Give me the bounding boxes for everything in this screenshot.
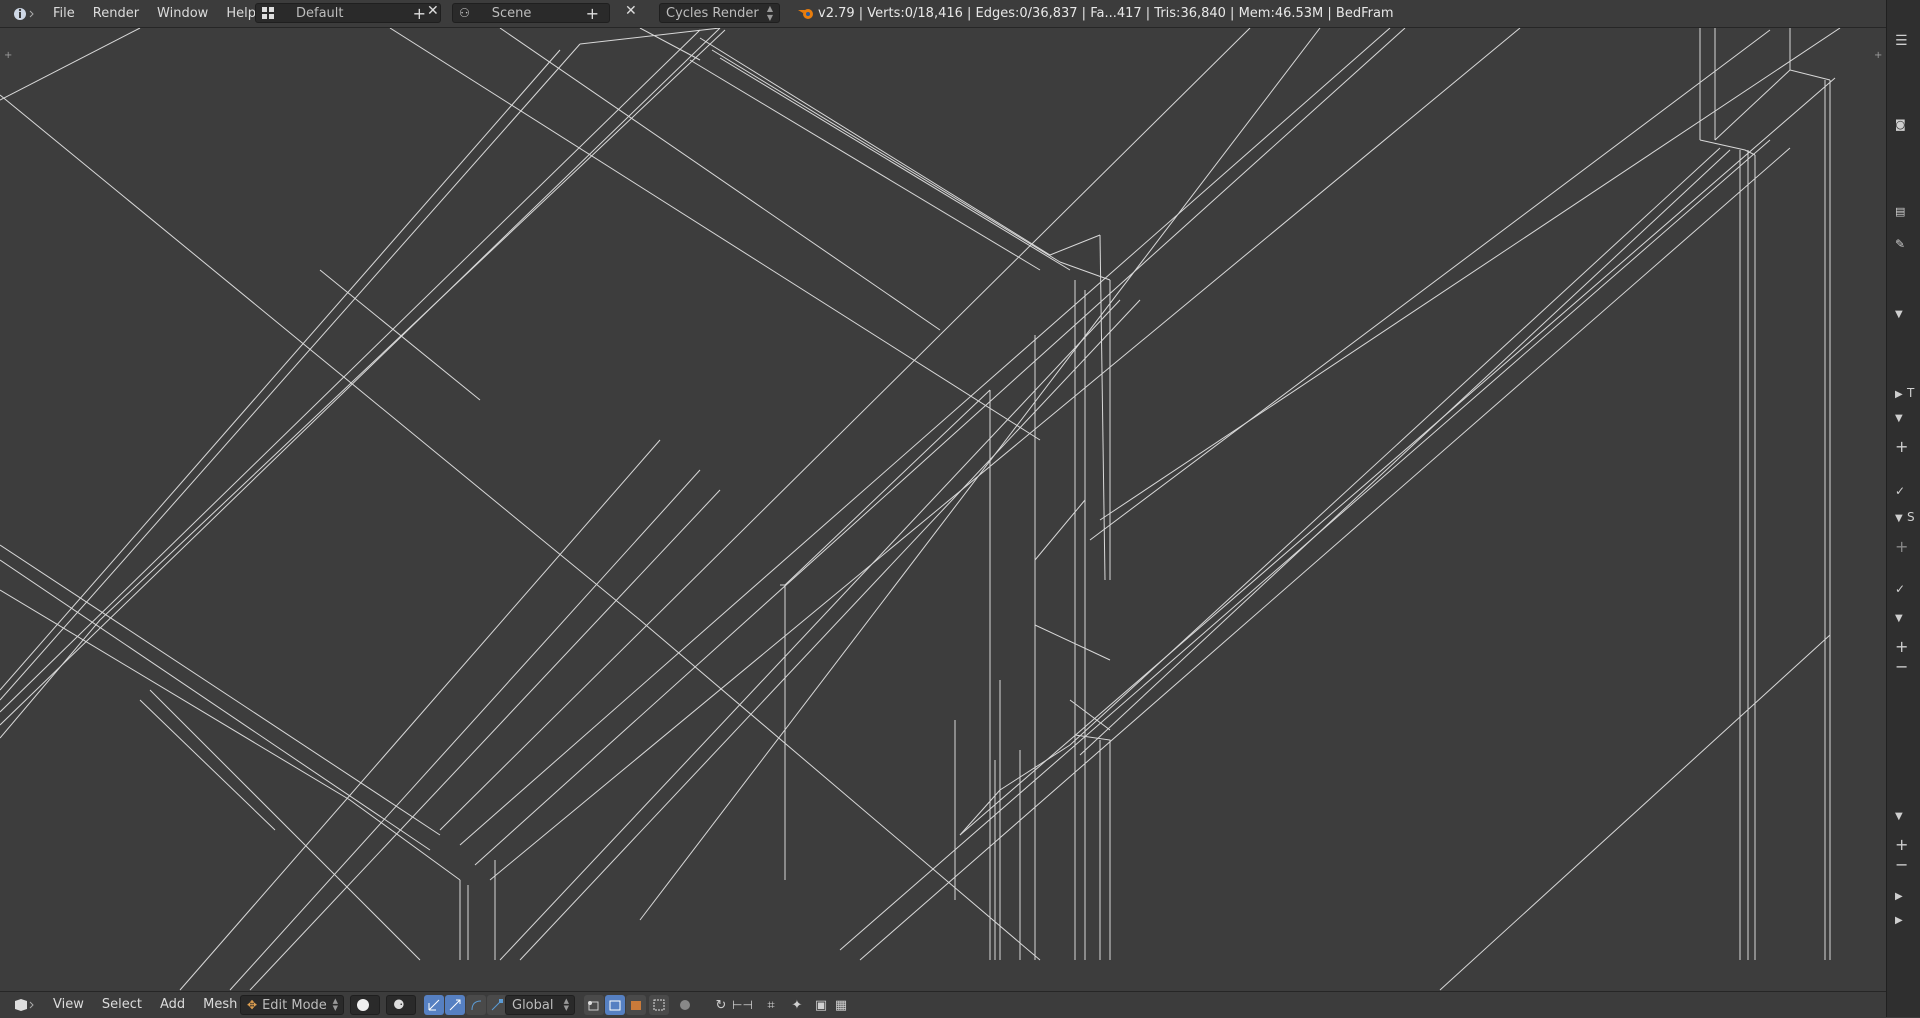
add-icon-3[interactable]: + — [1895, 837, 1908, 853]
rotate-icon[interactable] — [466, 995, 486, 1015]
panel-collapsed-icon-3[interactable]: ▶ — [1895, 914, 1903, 928]
manipulator-toggle-icon[interactable] — [424, 995, 444, 1015]
wireframe-mesh — [0, 28, 1841, 991]
menu-render[interactable]: Render — [84, 2, 148, 26]
add-icon-2[interactable]: + — [1895, 639, 1908, 655]
region-toggle-left-icon[interactable]: + — [4, 50, 12, 61]
render-engine-label: Cycles Render — [666, 5, 759, 21]
region-toggle-right-icon[interactable]: + — [1874, 50, 1882, 61]
scene-name: Scene — [491, 5, 532, 21]
panel-tab-letter-s: S — [1907, 510, 1915, 524]
menu-window[interactable]: Window — [148, 2, 217, 26]
translate-icon[interactable] — [445, 995, 465, 1015]
check-icon-2[interactable]: ✓ — [1895, 582, 1905, 596]
scene-icon: ⚇ — [459, 6, 470, 20]
screen-layout-field[interactable]: Default + — [255, 3, 441, 23]
panel-expanded-icon-4[interactable]: ▼ — [1895, 810, 1903, 824]
add-layout-icon[interactable]: + — [413, 4, 426, 23]
camera-icon[interactable]: ◙ — [1895, 118, 1906, 132]
render-animation-icon[interactable]: ▦ — [832, 995, 850, 1015]
properties-strip: ☰ ◙ ▤ ✎ ▼ ▶ T ▼ + ✓ ▼ S + ✓ ▼ + − ▼ + − … — [1886, 0, 1920, 1017]
panel-collapsed-icon-2[interactable]: ▶ — [1895, 890, 1903, 904]
limit-selection-icon[interactable] — [649, 995, 669, 1015]
add-icon[interactable]: + — [1895, 439, 1908, 455]
snap-target-icon[interactable]: ⌗ — [762, 995, 780, 1015]
menu-add[interactable]: Add — [151, 993, 194, 1017]
blender-logo-icon — [797, 5, 815, 25]
mode-dropdown-icon: ▲ ▼ — [332, 997, 338, 1012]
orientation-dropdown-icon: ▲ ▼ — [563, 997, 569, 1012]
close-layout-icon[interactable]: ✕ — [427, 3, 439, 19]
orientation-label: Global — [512, 997, 554, 1013]
3d-viewport[interactable]: + + — [0, 28, 1886, 991]
check-icon[interactable]: ✓ — [1895, 484, 1905, 498]
screen-layout-name: Default — [296, 5, 344, 21]
panel-collapsed-icon[interactable]: ▶ — [1895, 388, 1903, 402]
mode-select[interactable]: ✥ Edit Mode ▲ ▼ — [240, 995, 344, 1015]
snap-element-icon[interactable]: ⊢⊣ — [732, 995, 753, 1015]
pin-icon[interactable]: ✎ — [1895, 237, 1905, 251]
3d-view-header: View Select Add Mesh ✥ Edit Mode ▲ ▼ ⚈ Gl… — [0, 991, 1886, 1018]
panel-expanded-icon[interactable]: ▼ — [1895, 412, 1903, 426]
info-editor-type-icon[interactable] — [12, 4, 38, 24]
viewport-shading-select[interactable] — [350, 995, 380, 1015]
face-select-icon[interactable] — [626, 995, 646, 1015]
layout-grid-icon — [262, 7, 274, 19]
panel-expanded-icon-2[interactable]: ▼ — [1895, 512, 1903, 526]
panel-expanded-icon-3[interactable]: ▼ — [1895, 612, 1903, 626]
opengl-render-icon[interactable]: ▣ — [812, 995, 830, 1015]
3d-view-editor-type-icon[interactable] — [12, 995, 38, 1015]
close-scene-icon[interactable]: ✕ — [625, 3, 637, 19]
remove-icon-2[interactable]: − — [1895, 857, 1908, 873]
add-icon-disabled: + — [1895, 537, 1909, 556]
proportional-edit-icon[interactable] — [676, 995, 694, 1015]
remove-icon[interactable]: − — [1895, 659, 1908, 675]
scene-statistics: v2.79 | Verts:0/18,416 | Edges:0/36,837 … — [818, 6, 1394, 21]
scale-icon[interactable] — [487, 995, 507, 1015]
edge-select-icon[interactable] — [605, 995, 625, 1015]
add-scene-icon[interactable]: + — [586, 4, 599, 23]
transform-orientation-select[interactable]: Global ▲ ▼ — [505, 995, 575, 1015]
manipulator-toolbar — [424, 995, 508, 1015]
menu-view[interactable]: View — [44, 993, 93, 1017]
vertex-select-icon[interactable] — [584, 995, 604, 1015]
render-engine-select[interactable]: Cycles Render ▲ ▼ — [659, 3, 780, 23]
menu-file[interactable]: File — [44, 2, 84, 26]
menu-mesh[interactable]: Mesh — [194, 993, 246, 1017]
panel-tab-letter-t: T — [1907, 386, 1915, 400]
top-header: File Render Window Help Default + ✕ ⚇ Sc… — [0, 0, 1920, 28]
snap-icon[interactable]: ✦ — [788, 995, 806, 1015]
outliner-icon[interactable]: ☰ — [1895, 34, 1908, 48]
dropdown-arrows-icon: ▲ ▼ — [766, 4, 773, 22]
pivot-point-select[interactable]: ⚈ — [386, 995, 416, 1015]
menu-select[interactable]: Select — [93, 993, 151, 1017]
select-mode-toolbar — [584, 995, 647, 1015]
solid-shading-icon — [357, 999, 369, 1011]
pivot-icon: ⚈ — [393, 997, 405, 1013]
render-tab-icon[interactable]: ▤ — [1895, 205, 1905, 219]
expand-arrow-icon[interactable]: ▼ — [1895, 308, 1903, 322]
edit-mode-icon: ✥ — [247, 998, 258, 1012]
mode-label: Edit Mode — [262, 997, 327, 1013]
scene-field[interactable]: ⚇ Scene + — [452, 3, 610, 23]
undo-history-icon[interactable]: ↻ — [712, 995, 730, 1015]
